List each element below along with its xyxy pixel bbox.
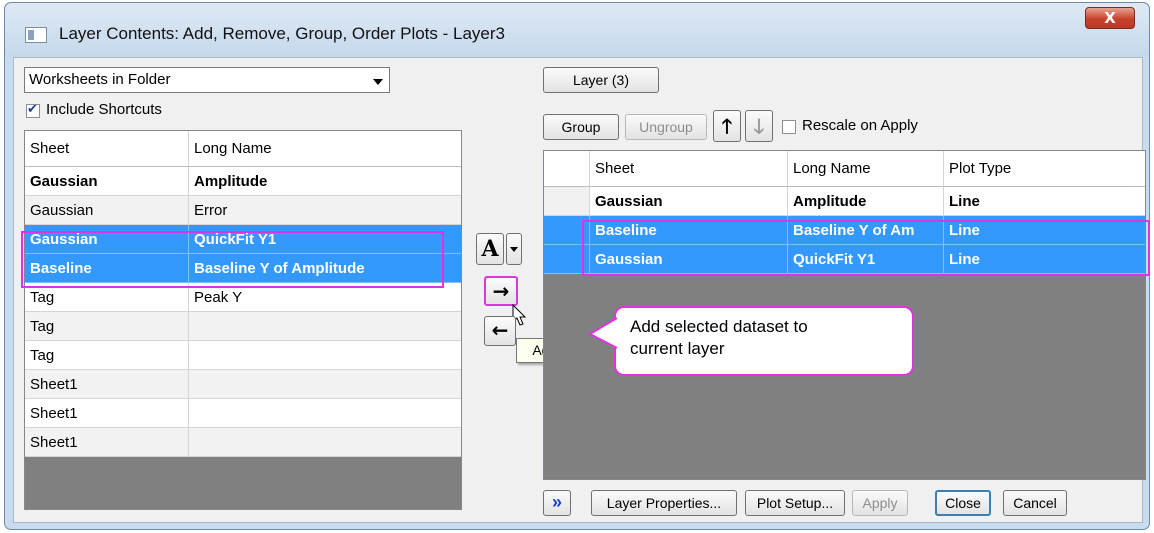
cell-sheet: Sheet1 (25, 399, 189, 428)
arrow-up-icon: 🡑 (721, 114, 733, 138)
selection-highlight-box (582, 220, 1150, 276)
close-window-button[interactable]: X (1085, 7, 1135, 29)
grid-header: Sheet Long Name (25, 131, 461, 167)
cell-long-name: Amplitude (788, 187, 944, 216)
cell-long-name: Error (189, 196, 461, 225)
cell-sheet: Sheet1 (25, 370, 189, 399)
title-bar[interactable]: Layer Contents: Add, Remove, Group, Orde… (5, 3, 1149, 57)
arrow-down-icon: 🡓 (753, 114, 765, 138)
cell-plot-type: Line (944, 187, 1145, 216)
table-row[interactable]: Sheet1 (25, 428, 461, 457)
table-row[interactable]: Sheet1 (25, 370, 461, 399)
table-row[interactable]: Gaussian Amplitude (25, 167, 461, 196)
plot-setup-button[interactable]: Plot Setup... (745, 490, 845, 516)
table-row[interactable]: Gaussian Error (25, 196, 461, 225)
column-header-plot-type[interactable]: Plot Type (944, 151, 1145, 187)
move-up-button[interactable]: 🡑 (713, 110, 741, 142)
font-dropdown-button[interactable] (506, 233, 522, 265)
group-button[interactable]: Group (543, 114, 619, 140)
cell-sheet: Gaussian (25, 167, 189, 196)
add-plot-button[interactable]: → (484, 276, 518, 306)
dialog-client: Worksheets in Folder Include Shortcuts S… (13, 57, 1150, 523)
close-button[interactable]: Close (935, 490, 991, 516)
remove-plot-button[interactable]: ← (484, 316, 516, 346)
cell-long-name (189, 312, 461, 341)
cell-sheet: Tag (25, 341, 189, 370)
chevron-down-icon (373, 79, 383, 85)
table-row[interactable]: Tag (25, 312, 461, 341)
grid-header: Sheet Long Name Plot Type (544, 151, 1145, 187)
cell-sheet: Sheet1 (25, 428, 189, 457)
table-row[interactable]: Tag (25, 341, 461, 370)
row-selector[interactable] (544, 187, 590, 216)
source-select[interactable]: Worksheets in Folder (24, 67, 390, 93)
callout-pointer (588, 317, 618, 349)
annotation-callout: Add selected dataset to current layer (588, 306, 914, 376)
app-icon (25, 27, 47, 43)
column-header-sheet[interactable]: Sheet (590, 151, 788, 187)
double-chevron-right-icon: » (551, 492, 562, 512)
layer-properties-button[interactable]: Layer Properties... (591, 490, 737, 516)
callout-line-1: Add selected dataset to (630, 317, 808, 336)
apply-button[interactable]: Apply (852, 490, 908, 516)
table-row[interactable]: Gaussian Amplitude Line (544, 187, 1145, 216)
dialog-window: Layer Contents: Add, Remove, Group, Orde… (4, 2, 1150, 530)
rescale-on-apply-label: Rescale on Apply (802, 117, 918, 134)
layer-button[interactable]: Layer (3) (543, 67, 659, 93)
selection-highlight-box (21, 231, 444, 288)
available-datasets-grid[interactable]: Sheet Long Name Gaussian Amplitude Gaussia… (24, 130, 462, 510)
cell-long-name (189, 341, 461, 370)
cell-sheet: Gaussian (590, 187, 788, 216)
expand-button[interactable]: » (543, 490, 571, 516)
column-header-sheet[interactable]: Sheet (25, 131, 189, 167)
cell-sheet: Tag (25, 312, 189, 341)
ungroup-button[interactable]: Ungroup (625, 114, 707, 140)
callout-line-2: current layer (630, 339, 725, 358)
column-header-row-selector[interactable] (544, 151, 590, 187)
cell-long-name (189, 428, 461, 457)
column-header-long-name[interactable]: Long Name (189, 131, 461, 167)
cell-sheet: Gaussian (25, 196, 189, 225)
cell-long-name (189, 399, 461, 428)
font-button[interactable]: A (476, 233, 504, 265)
move-down-button[interactable]: 🡓 (745, 110, 773, 142)
rescale-on-apply-checkbox[interactable] (782, 120, 796, 134)
table-row[interactable]: Sheet1 (25, 399, 461, 428)
cell-long-name: Amplitude (189, 167, 461, 196)
source-select-value: Worksheets in Folder (29, 71, 171, 88)
cancel-button[interactable]: Cancel (1003, 490, 1067, 516)
column-header-long-name[interactable]: Long Name (788, 151, 944, 187)
include-shortcuts-checkbox[interactable] (26, 102, 40, 118)
chevron-down-icon (510, 247, 518, 252)
window-title: Layer Contents: Add, Remove, Group, Orde… (59, 24, 505, 43)
include-shortcuts-label: Include Shortcuts (46, 101, 162, 118)
cell-long-name (189, 370, 461, 399)
